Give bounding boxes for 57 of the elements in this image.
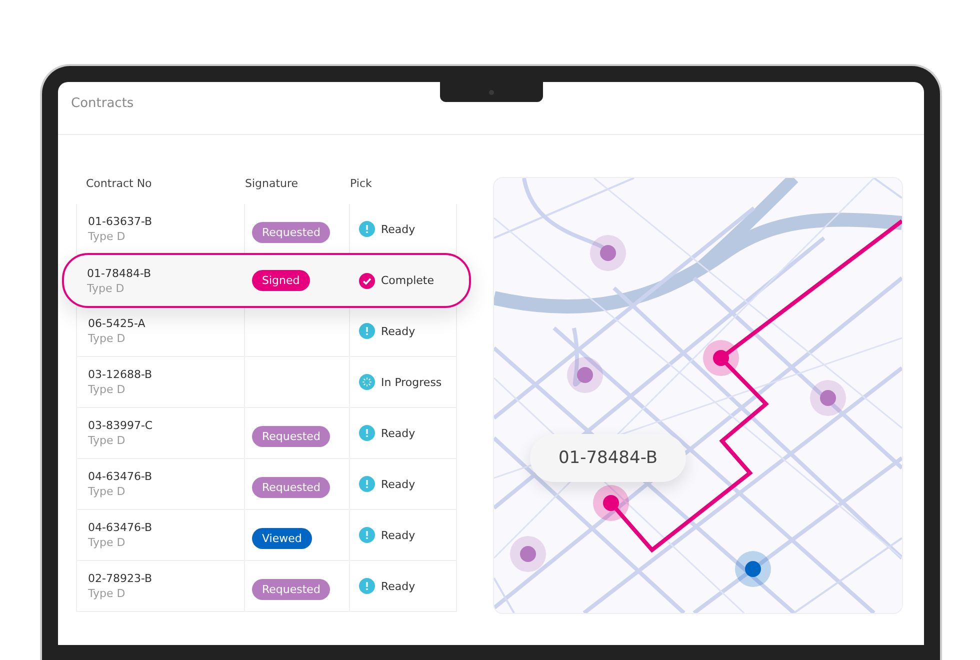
pick-status: In Progress bbox=[381, 376, 442, 388]
table-row[interactable]: 02-78923-B Type D Requested Ready bbox=[76, 561, 457, 612]
contract-number: 03-83997-C bbox=[88, 419, 153, 432]
signature-badge: Requested bbox=[252, 476, 330, 498]
table-row[interactable]: 04-63476-B Type D Viewed Ready bbox=[76, 510, 457, 561]
pick-status: Ready bbox=[381, 528, 416, 542]
signature-badge: Requested bbox=[252, 578, 330, 600]
alert-icon bbox=[359, 527, 375, 543]
page-subtitle: Contracts bbox=[71, 96, 134, 111]
contract-number: 01-63637-B bbox=[88, 215, 152, 228]
contract-type: Type D bbox=[88, 485, 126, 498]
table-row[interactable]: 01-78484-B Type D Signed Complete bbox=[62, 253, 471, 308]
contract-number: 06-5425-A bbox=[88, 317, 146, 330]
pick-status: Ready bbox=[381, 478, 416, 490]
column-header: Pick bbox=[350, 177, 373, 192]
contract-number: 01-78484-B bbox=[87, 266, 152, 280]
contract-type: Type D bbox=[87, 282, 124, 294]
map-pin[interactable] bbox=[735, 551, 771, 587]
alert-icon bbox=[359, 323, 375, 339]
contract-type: Type D bbox=[88, 587, 126, 600]
spinner-icon bbox=[359, 374, 375, 390]
contract-number: 04-63476-B bbox=[88, 521, 152, 534]
signature-badge: Signed bbox=[252, 270, 310, 291]
contract-number: 03-12688-B bbox=[88, 368, 152, 381]
pick-status: Complete bbox=[381, 274, 434, 287]
map-pin[interactable] bbox=[703, 340, 739, 376]
pick-status: Ready bbox=[381, 324, 416, 338]
table-row[interactable]: 03-83997-C Type D Requested Ready bbox=[76, 408, 457, 459]
pick-status: Ready bbox=[381, 426, 416, 440]
map-pin[interactable] bbox=[567, 357, 603, 393]
contract-number: 04-63476-B bbox=[88, 470, 152, 483]
contract-type: Type D bbox=[88, 434, 126, 447]
pick-status: Ready bbox=[381, 222, 416, 236]
table-row[interactable]: 03-12688-B Type D In Progress bbox=[76, 357, 457, 408]
contract-number: 02-78923-B bbox=[88, 572, 152, 585]
signature-badge: Requested bbox=[252, 426, 330, 446]
contract-type: Type D bbox=[88, 536, 126, 549]
contract-type: Type D bbox=[88, 230, 126, 243]
check-icon bbox=[359, 272, 375, 288]
map-pin[interactable] bbox=[810, 380, 846, 416]
signature-badge: Viewed bbox=[252, 528, 312, 548]
map-pin[interactable] bbox=[590, 235, 626, 271]
table-row[interactable]: 04-63476-B Type D Requested Ready bbox=[76, 459, 457, 510]
column-header: Signature bbox=[245, 177, 300, 192]
map-label: 01-78484-B bbox=[530, 434, 686, 482]
signature-badge: Requested bbox=[252, 222, 330, 242]
map-pin[interactable] bbox=[593, 485, 629, 521]
map-pin[interactable] bbox=[510, 536, 546, 572]
pick-status: Ready bbox=[381, 580, 416, 592]
alert-icon bbox=[359, 221, 375, 237]
contract-type: Type D bbox=[88, 332, 126, 345]
alert-icon bbox=[359, 476, 375, 492]
column-header: Contract No bbox=[85, 177, 153, 192]
contract-type: Type D bbox=[88, 383, 126, 396]
table-row[interactable]: 06-5425-A Type D Ready bbox=[76, 306, 457, 357]
alert-icon bbox=[359, 578, 375, 594]
alert-icon bbox=[359, 425, 375, 441]
